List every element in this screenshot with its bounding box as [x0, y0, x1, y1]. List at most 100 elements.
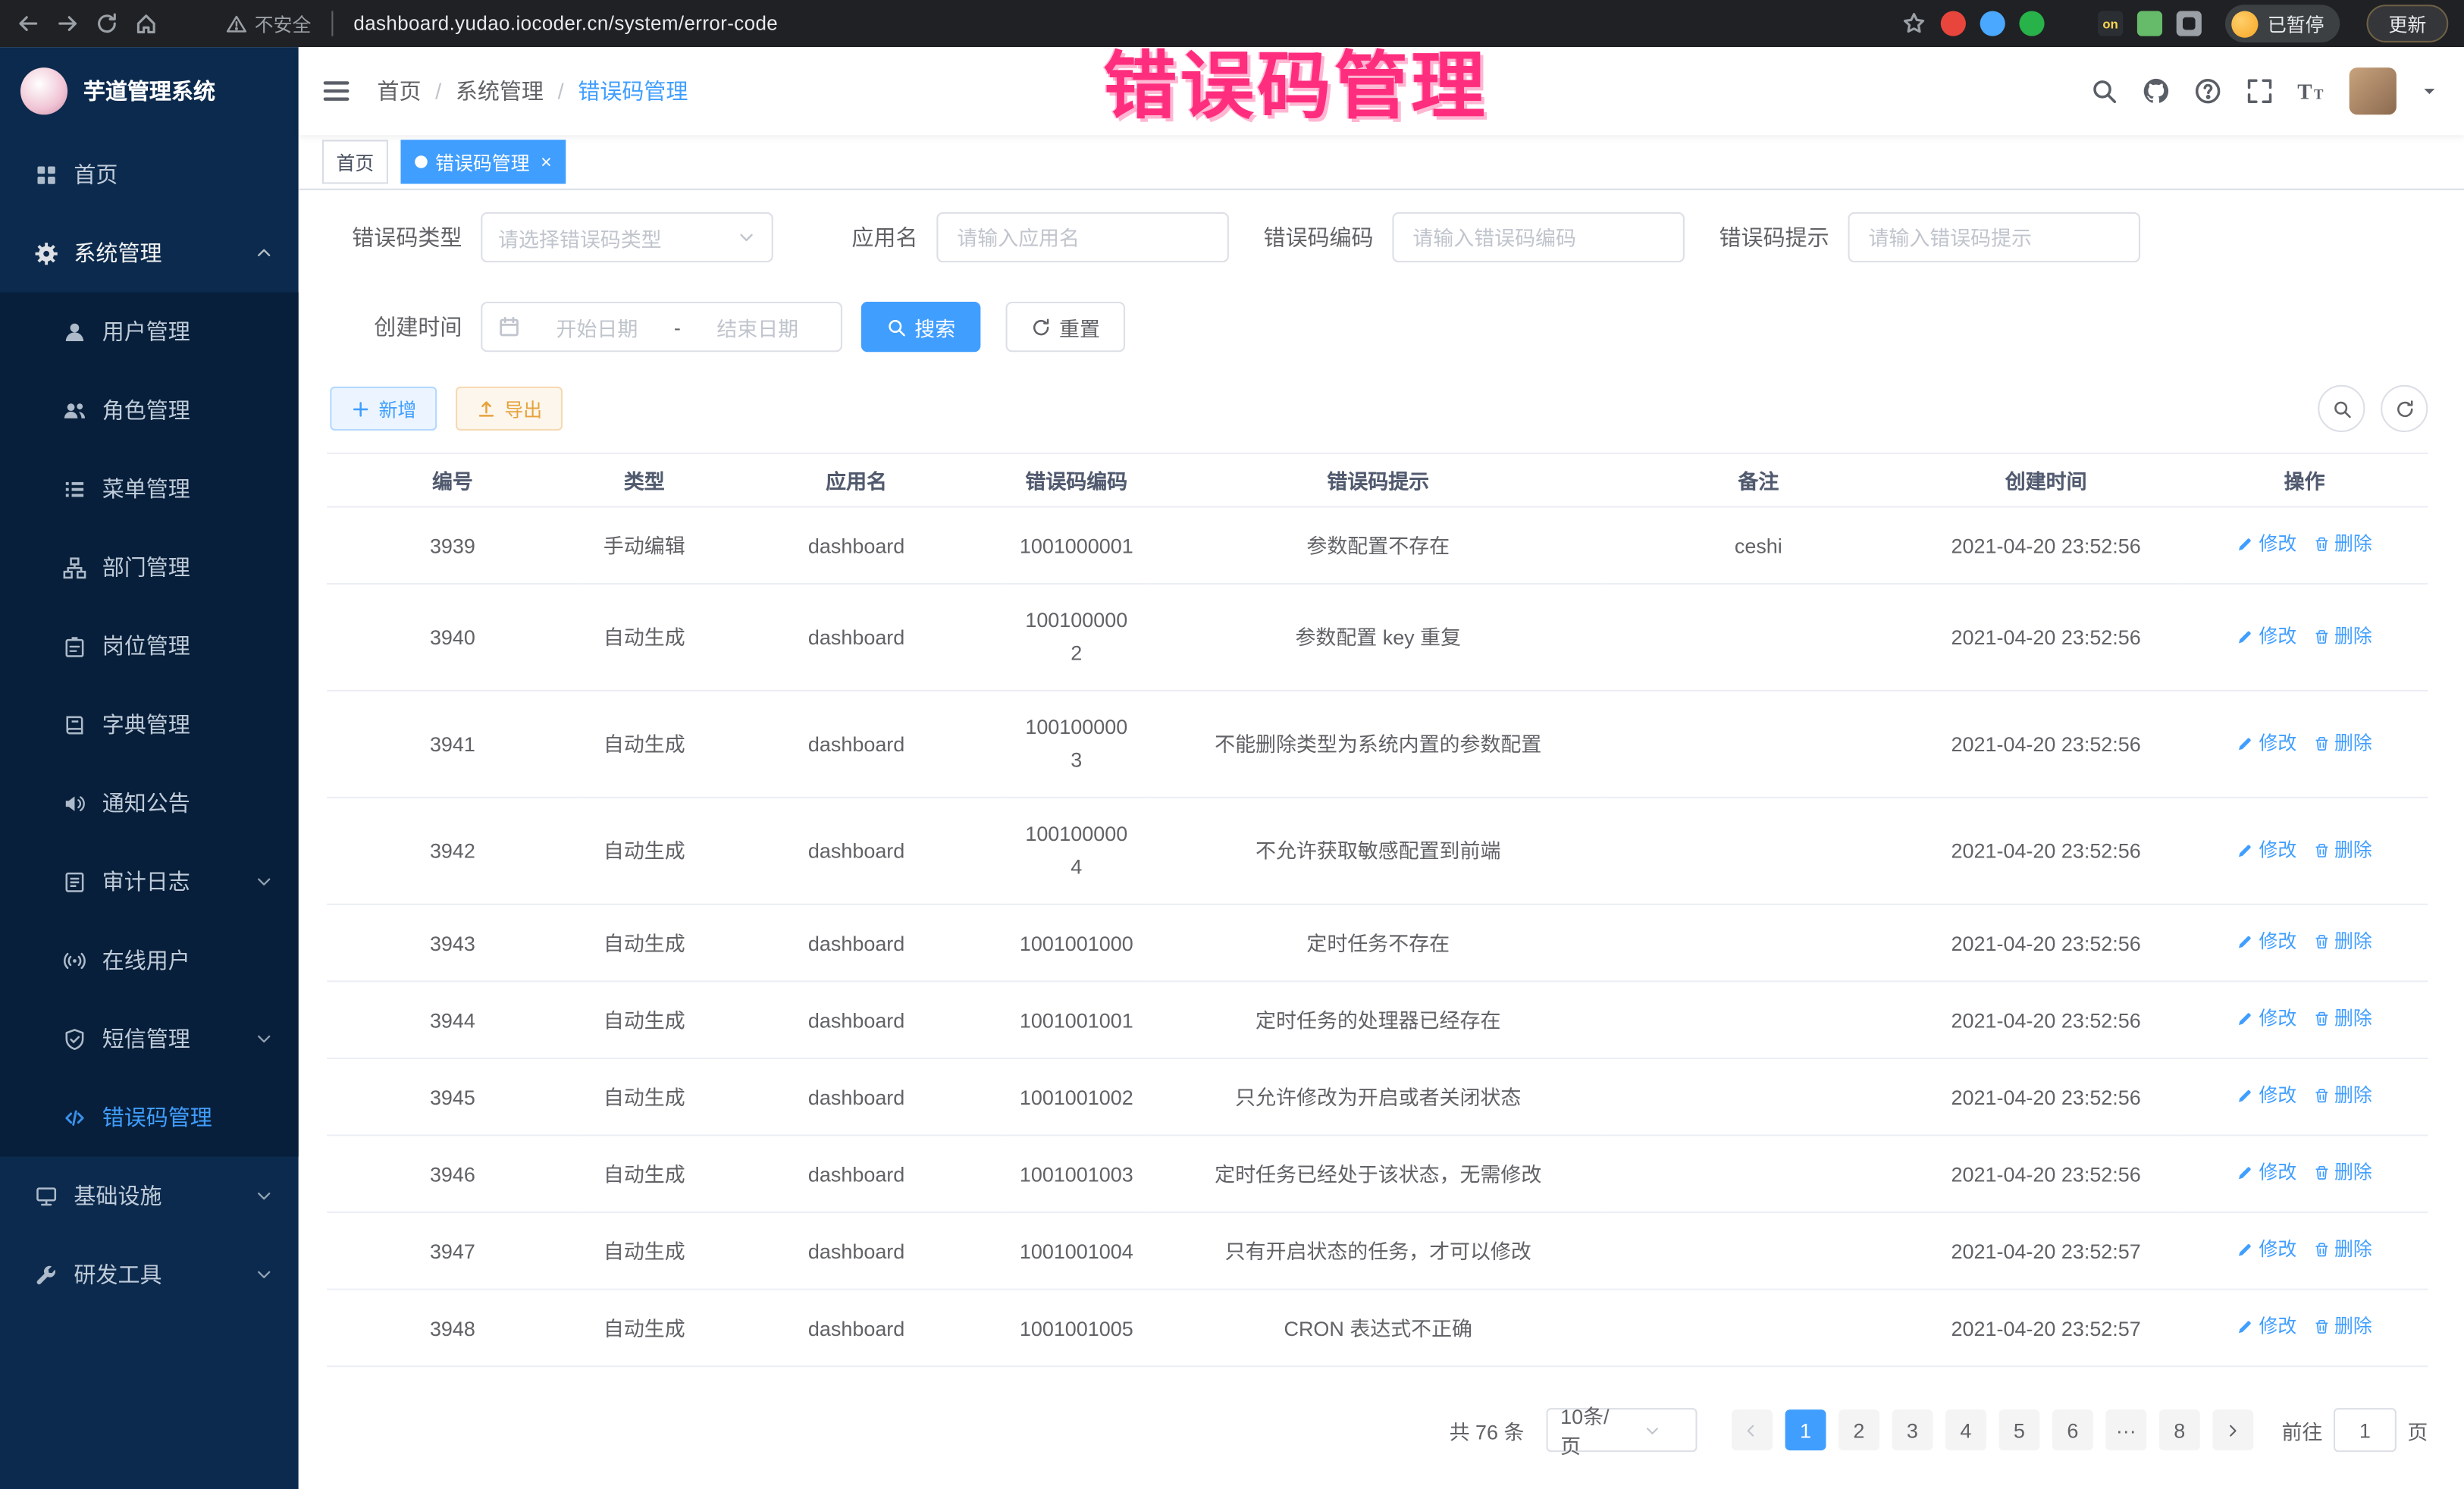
- close-icon[interactable]: ×: [541, 152, 552, 171]
- delete-link[interactable]: 删除: [2312, 1232, 2372, 1268]
- reload-icon[interactable]: [94, 11, 119, 36]
- delete-icon: [2312, 1165, 2330, 1182]
- show-search-button[interactable]: [2318, 385, 2365, 432]
- sidebar-item-dept[interactable]: 部门管理: [0, 528, 299, 607]
- edit-link[interactable]: 修改: [2237, 1078, 2296, 1114]
- address-url[interactable]: dashboard.yudao.iocoder.cn/system/error-…: [353, 13, 778, 35]
- svg-text:T: T: [2297, 80, 2312, 105]
- pager-page-8[interactable]: 8: [2159, 1409, 2200, 1450]
- edit-link[interactable]: 修改: [2237, 1155, 2296, 1191]
- sidebar-item-infra[interactable]: 基础设施: [0, 1157, 299, 1236]
- refresh-table-button[interactable]: [2381, 385, 2428, 432]
- delete-link[interactable]: 删除: [2312, 1078, 2372, 1114]
- edit-link[interactable]: 修改: [2237, 832, 2296, 868]
- cell-actions: 修改删除: [2181, 1136, 2428, 1213]
- page-size-select[interactable]: 10条/页: [1546, 1408, 1697, 1452]
- caret-down-icon[interactable]: [2420, 82, 2439, 101]
- browser-update-button[interactable]: 更新: [2366, 5, 2448, 42]
- back-icon[interactable]: [16, 11, 41, 36]
- extension-icon-red[interactable]: [1941, 11, 1966, 36]
- help-icon[interactable]: [2193, 77, 2221, 105]
- delete-link[interactable]: 删除: [2312, 1309, 2372, 1346]
- pager-page-4[interactable]: 4: [1945, 1409, 1986, 1450]
- breadcrumb-item-system[interactable]: 系统管理: [456, 75, 544, 106]
- forward-icon[interactable]: [55, 11, 80, 36]
- add-button[interactable]: 新增: [330, 387, 437, 431]
- edit-link[interactable]: 修改: [2237, 924, 2296, 961]
- export-button[interactable]: 导出: [456, 387, 563, 431]
- sidebar-logo[interactable]: 芋道管理系统: [0, 47, 299, 135]
- goto-page-input[interactable]: [2334, 1408, 2397, 1452]
- extension-icon-grid[interactable]: [2058, 11, 2083, 36]
- extension-icon-leaf[interactable]: [2137, 11, 2162, 36]
- sidebar-item-post[interactable]: 岗位管理: [0, 607, 299, 685]
- pager-page-5[interactable]: 5: [1998, 1409, 2039, 1450]
- cell-time: 2021-04-20 23:52:56: [1911, 981, 2181, 1058]
- reset-button[interactable]: 重置: [1006, 302, 1126, 352]
- sidebar-item-system[interactable]: 系统管理: [0, 214, 299, 293]
- sidebar-item-notice[interactable]: 通知公告: [0, 763, 299, 842]
- delete-link[interactable]: 删除: [2312, 619, 2372, 655]
- sidebar-item-home[interactable]: 首页: [0, 135, 299, 214]
- delete-link[interactable]: 删除: [2312, 726, 2372, 762]
- bookmark-star-icon[interactable]: [1901, 11, 1926, 36]
- extension-icon-blue[interactable]: [1980, 11, 2005, 36]
- pager-more-button[interactable]: ···: [2105, 1409, 2146, 1450]
- security-indicator[interactable]: 不安全: [226, 10, 311, 36]
- delete-link[interactable]: 删除: [2312, 526, 2372, 563]
- pager-page-3[interactable]: 3: [1892, 1409, 1933, 1450]
- sidebar-item-dict[interactable]: 字典管理: [0, 685, 299, 764]
- font-size-icon[interactable]: TT: [2297, 77, 2325, 105]
- cell-actions: 修改删除: [2181, 981, 2428, 1058]
- error-code-input[interactable]: [1392, 212, 1685, 262]
- edit-link[interactable]: 修改: [2237, 1001, 2296, 1037]
- extension-icon-on[interactable]: on: [2098, 11, 2123, 36]
- next-page-button[interactable]: [2212, 1409, 2253, 1450]
- error-msg-input[interactable]: [1848, 212, 2140, 262]
- home-icon[interactable]: [133, 11, 158, 36]
- extension-icon-green[interactable]: [2019, 11, 2044, 36]
- edit-link[interactable]: 修改: [2237, 1309, 2296, 1346]
- sidebar-item-sms[interactable]: 短信管理: [0, 999, 299, 1078]
- breadcrumb-item-home[interactable]: 首页: [377, 75, 421, 106]
- dict-book-icon: [63, 713, 86, 736]
- cell-id: 3948: [327, 1290, 578, 1367]
- edit-link[interactable]: 修改: [2237, 726, 2296, 762]
- pager-page-2[interactable]: 2: [1839, 1409, 1879, 1450]
- refresh-icon: [1031, 317, 1052, 337]
- search-icon[interactable]: [2090, 77, 2118, 105]
- search-button[interactable]: 搜索: [861, 302, 981, 352]
- pager-page-6[interactable]: 6: [2052, 1409, 2093, 1450]
- edit-link[interactable]: 修改: [2237, 1232, 2296, 1268]
- browser-profile-chip[interactable]: 已暂停: [2225, 5, 2340, 42]
- github-icon[interactable]: [2142, 77, 2170, 105]
- delete-link[interactable]: 删除: [2312, 1001, 2372, 1037]
- pagination: 共 76 条 10条/页 123456···8 前往: [327, 1408, 2428, 1452]
- menu-fold-icon[interactable]: [321, 75, 352, 106]
- tag-home[interactable]: 首页: [322, 139, 388, 183]
- fullscreen-icon[interactable]: [2246, 77, 2274, 105]
- sidebar-item-online-user[interactable]: 在线用户: [0, 921, 299, 1000]
- edit-link[interactable]: 修改: [2237, 619, 2296, 655]
- app-name-input[interactable]: [936, 212, 1229, 262]
- sidebar-item-user[interactable]: 用户管理: [0, 293, 299, 371]
- edit-icon: [2237, 1087, 2254, 1105]
- sidebar-item-role[interactable]: 角色管理: [0, 371, 299, 450]
- delete-link[interactable]: 删除: [2312, 832, 2372, 868]
- pager-page-1[interactable]: 1: [1785, 1409, 1826, 1450]
- sidebar-item-audit-log[interactable]: 审计日志: [0, 842, 299, 921]
- error-type-select[interactable]: 请选择错误码类型: [481, 212, 773, 262]
- sidebar-item-error-code[interactable]: 错误码管理: [0, 1078, 299, 1157]
- tag-error-code[interactable]: 错误码管理 ×: [401, 139, 566, 183]
- delete-link[interactable]: 删除: [2312, 924, 2372, 961]
- cell-remark: [1606, 584, 1911, 691]
- edit-link[interactable]: 修改: [2237, 526, 2296, 563]
- sidebar-item-tool[interactable]: 研发工具: [0, 1235, 299, 1314]
- extension-icon-puzzle[interactable]: [2177, 11, 2202, 36]
- create-time-range-picker[interactable]: 开始日期 - 结束日期: [481, 302, 842, 352]
- app-title: 芋道管理系统: [83, 75, 215, 106]
- user-avatar[interactable]: [2350, 67, 2397, 114]
- sidebar-item-menu[interactable]: 菜单管理: [0, 450, 299, 528]
- delete-link[interactable]: 删除: [2312, 1155, 2372, 1191]
- prev-page-button[interactable]: [1732, 1409, 1773, 1450]
